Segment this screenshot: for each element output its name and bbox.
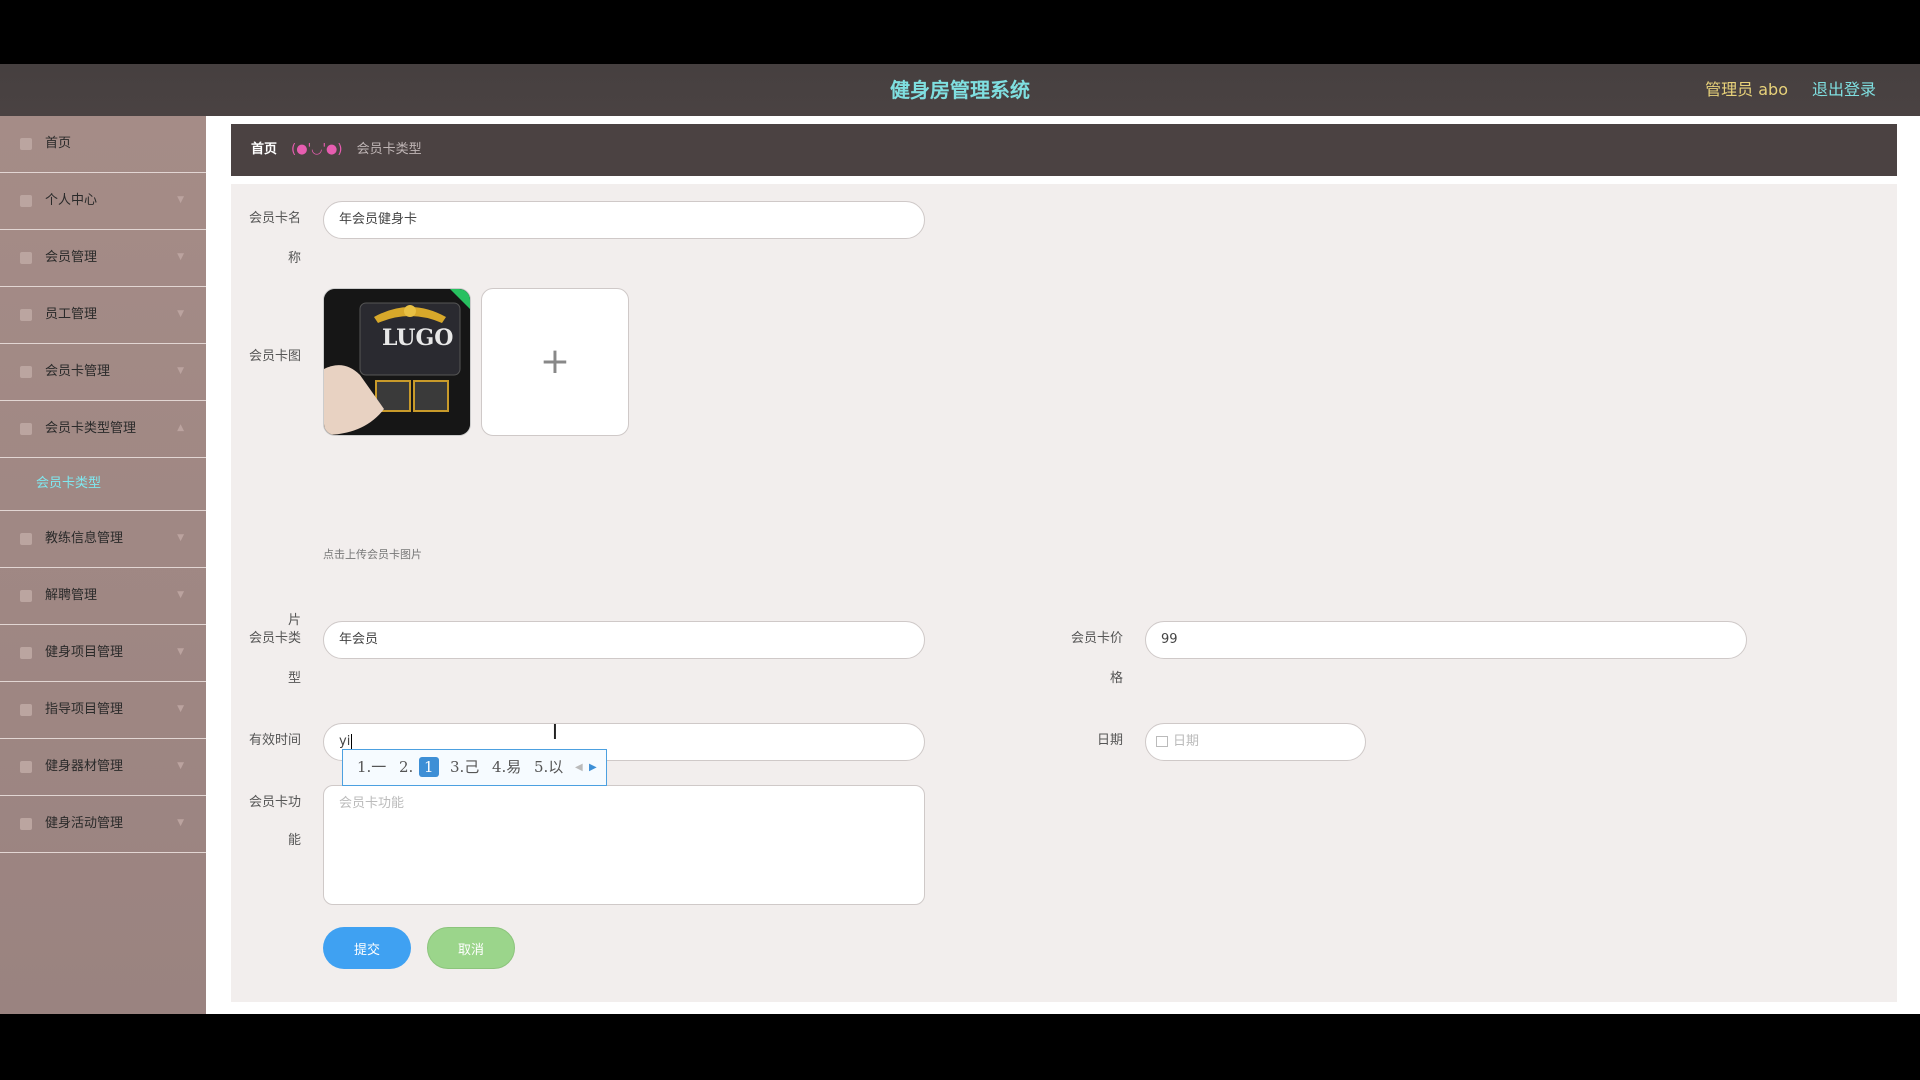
card-name-input[interactable]: 年会员健身卡 [323,201,925,239]
clock-icon [20,533,32,545]
calendar-icon [1156,736,1168,747]
sidebar-subitem-card-type[interactable]: 会员卡类型 [0,458,206,511]
mouse-ibeam-cursor-icon: I [552,720,558,744]
chevron-down-icon: ▼ [177,704,184,714]
app-window: 健身房管理系统 管理员 abo 退出登录 首页 个人中心 ▼ 会员管理 ▼ 员工… [0,64,1920,1014]
sidebar: 首页 个人中心 ▼ 会员管理 ▼ 员工管理 ▼ 会员卡管理 ▼ 会员卡类型管理 … [0,116,206,1014]
sidebar-item-label: 健身活动管理 [45,816,124,831]
logout-link[interactable]: 退出登录 [1812,64,1876,116]
sidebar-item-label: 指导项目管理 [45,702,124,717]
chevron-down-icon: ▼ [177,309,184,319]
calendar-icon [20,704,32,716]
admin-label: 管理员 abo [1705,80,1788,99]
sidebar-item-label: 健身器材管理 [45,759,124,774]
sidebar-item-label: 会员卡管理 [45,364,111,379]
sidebar-item-label: 首页 [45,136,72,151]
plus-icon: + [539,341,571,382]
ime-candidate-1[interactable]: 1.一 [357,750,386,785]
flag-icon [20,252,32,264]
card-image-brand: LUGO [382,325,454,351]
calendar-icon [20,647,32,659]
chevron-down-icon: ▼ [177,647,184,657]
sidebar-item-label: 员工管理 [45,307,98,322]
valid-time-value: yi [339,734,351,749]
card-type-label-cont: 型 [287,671,301,686]
ime-candidate-2[interactable]: 2. [399,750,413,785]
chevron-down-icon: ▼ [177,590,184,600]
sidebar-item-coaches[interactable]: 教练信息管理 ▼ [0,511,206,568]
sidebar-item-label: 健身项目管理 [45,645,124,660]
home-icon [20,138,32,150]
card-type-label: 会员卡类 [248,631,301,646]
card-image-label: 会员卡图 [248,349,301,364]
sidebar-item-members[interactable]: 会员管理 ▼ [0,230,206,287]
sidebar-item-label: 个人中心 [45,193,98,208]
card-price-label-cont: 格 [1109,671,1123,686]
breadcrumb-current: 会员卡类型 [356,142,422,157]
list-icon [20,423,32,435]
function-label-cont: 能 [287,833,301,848]
upload-hint: 点击上传会员卡图片 [323,548,422,561]
main-content: 首页 (●'◡'●) 会员卡类型 会员卡名 称 年会员健身卡 会员卡图 片 LU… [206,116,1920,1014]
date-input[interactable]: 日期 [1145,723,1366,761]
upload-image-button[interactable]: + [481,288,629,436]
sidebar-item-label: 会员卡类型管理 [45,421,137,436]
card-type-input[interactable]: 年会员 [323,621,925,659]
card-image-thumbnail[interactable]: LUGO [323,288,471,436]
breadcrumb-separator: (●'◡'●) [291,142,343,157]
sidebar-item-fitness-projects[interactable]: 健身项目管理 ▼ [0,625,206,682]
sidebar-item-label: 教练信息管理 [45,531,124,546]
chevron-down-icon: ▼ [177,366,184,376]
ime-candidate-3[interactable]: 3.己 [450,750,479,785]
sidebar-item-home[interactable]: 首页 [0,116,206,173]
user-icon [20,761,32,773]
sidebar-item-label: 会员管理 [45,250,98,265]
sidebar-item-card-types[interactable]: 会员卡类型管理 ▲ [0,401,206,458]
ime-next-icon[interactable]: ▶ [589,750,597,785]
card-icon [20,366,32,378]
function-textarea[interactable]: 会员卡功能 [323,785,925,905]
sidebar-item-cards[interactable]: 会员卡管理 ▼ [0,344,206,401]
card-name-label-cont: 称 [287,251,301,266]
ime-candidate-bar: 1.一 2. 1 3.己 4.易 5.以 ◀ ▶ [342,749,607,786]
valid-time-label: 有效时间 [248,733,301,748]
send-icon [20,590,32,602]
breadcrumb-home[interactable]: 首页 [251,142,277,157]
sidebar-item-dismissal[interactable]: 解聘管理 ▼ [0,568,206,625]
chevron-down-icon: ▼ [177,818,184,828]
sidebar-item-activities[interactable]: 健身活动管理 ▼ [0,796,206,853]
cancel-button[interactable]: 取消 [427,927,515,969]
form-panel: 会员卡名 称 年会员健身卡 会员卡图 片 LUGO + 点击上传会员卡图片 会员… [231,184,1897,1002]
users-icon [20,309,32,321]
sidebar-item-label: 解聘管理 [45,588,98,603]
chevron-down-icon: ▼ [177,761,184,771]
sidebar-item-guidance-projects[interactable]: 指导项目管理 ▼ [0,682,206,739]
ime-candidate-4[interactable]: 4.易 [492,750,521,785]
function-placeholder: 会员卡功能 [339,796,405,811]
top-bar: 健身房管理系统 管理员 abo 退出登录 [0,64,1920,116]
card-image-picture [324,289,470,435]
app-title: 健身房管理系统 [890,78,1030,102]
sidebar-item-staff[interactable]: 员工管理 ▼ [0,287,206,344]
date-placeholder: 日期 [1173,734,1200,749]
text-caret [351,734,353,749]
chevron-up-icon: ▲ [177,423,184,433]
date-label: 日期 [1096,733,1123,748]
function-label: 会员卡功 [248,795,301,810]
user-icon [20,195,32,207]
card-name-label: 会员卡名 [248,211,301,226]
chevron-down-icon: ▼ [177,195,184,205]
ime-candidate-5[interactable]: 5.以 [534,750,563,785]
breadcrumb: 首页 (●'◡'●) 会员卡类型 [231,124,1897,176]
card-price-input[interactable]: 99 [1145,621,1747,659]
sidebar-item-profile[interactable]: 个人中心 ▼ [0,173,206,230]
chat-icon [20,818,32,830]
submit-button[interactable]: 提交 [323,927,411,969]
ime-candidate-2-selected[interactable]: 1 [419,757,439,777]
chevron-down-icon: ▼ [177,533,184,543]
chevron-down-icon: ▼ [177,252,184,262]
ime-prev-icon[interactable]: ◀ [575,750,583,785]
card-price-label: 会员卡价 [1070,631,1123,646]
sidebar-item-equipment[interactable]: 健身器材管理 ▼ [0,739,206,796]
